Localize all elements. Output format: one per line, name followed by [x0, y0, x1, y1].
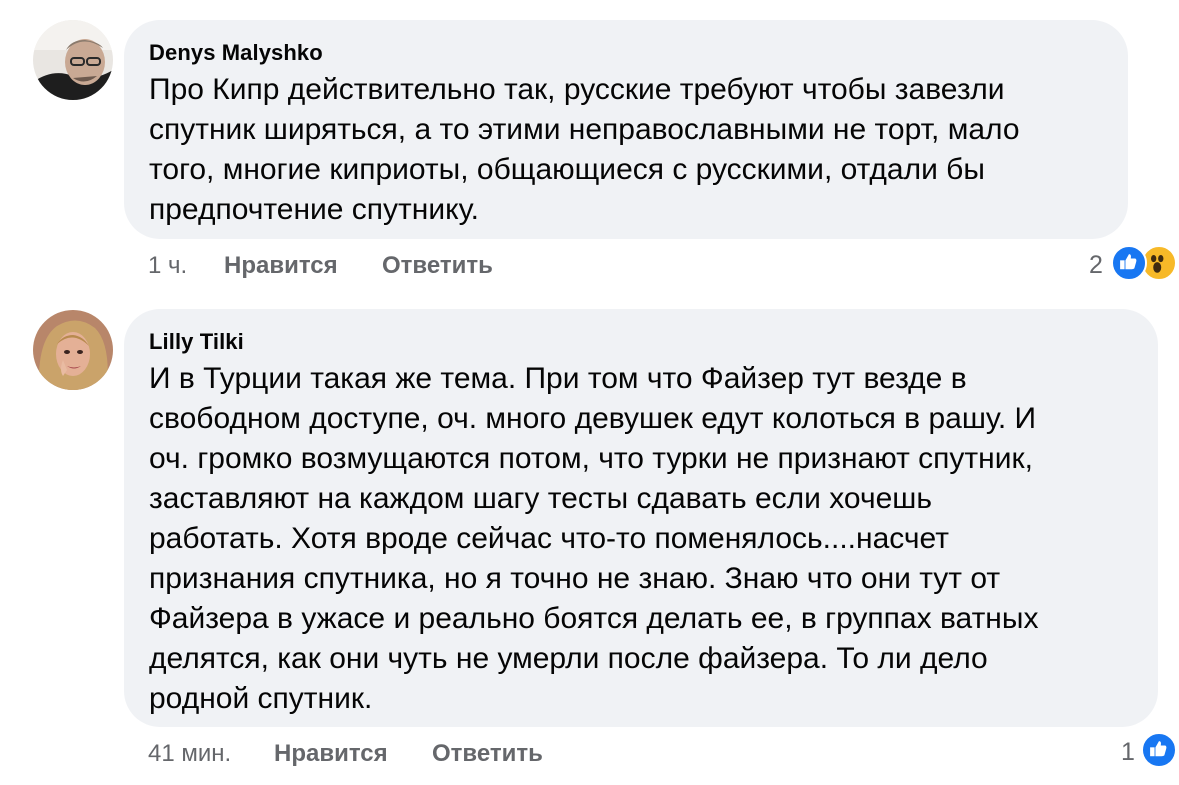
reaction-count: 1 — [1121, 738, 1135, 766]
comment-actions: 41 мин. Нравится Ответить — [148, 740, 748, 770]
avatar[interactable] — [33, 310, 113, 390]
comment-text: И в Турции такая же тема. При том что Фа… — [149, 362, 1039, 715]
comment-timestamp[interactable]: 41 мин. — [148, 740, 231, 768]
avatar-photo-lilly — [33, 310, 113, 390]
reactions-summary[interactable]: 1 — [1115, 732, 1179, 772]
comment-item: Lilly Tilki И в Турции такая же тема. Пр… — [0, 0, 1179, 785]
like-button[interactable]: Нравится — [274, 740, 388, 768]
comment-bubble: Lilly Tilki И в Турции такая же тема. Пр… — [124, 309, 1158, 727]
reply-button[interactable]: Ответить — [432, 740, 543, 768]
like-icon — [1141, 732, 1177, 768]
comment-author[interactable]: Lilly Tilki — [149, 329, 244, 355]
